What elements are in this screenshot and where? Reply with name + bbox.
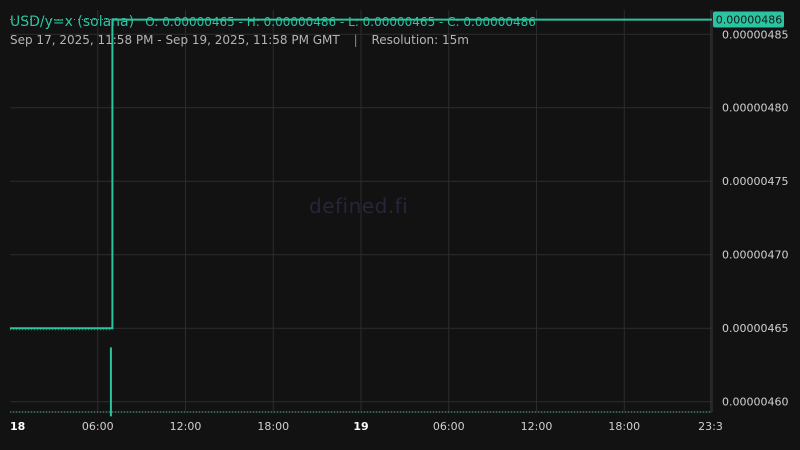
price-chart[interactable]: 0.00000460 0.00000465 0.00000470 0.00000475… — [0, 0, 800, 450]
last-price-badge: 0.00000486 — [713, 11, 784, 28]
y-tick-label: 0.00000480 — [722, 102, 788, 115]
y-tick-label: 0.00000460 — [722, 396, 788, 409]
time-axis-labels: 18 06:00 12:00 18:00 19 06:00 12:00 18:00 23:3 — [10, 420, 723, 433]
y-tick-label: 0.00000485 — [722, 28, 788, 41]
ohlc-values: O: 0.00000465 - H: 0.00000486 - L: 0.000… — [145, 15, 536, 29]
separator: | — [353, 33, 358, 47]
x-tick-label: 23:3 — [698, 420, 723, 433]
date-range: Sep 17, 2025, 11:58 PM - Sep 19, 2025, 1… — [10, 33, 340, 47]
y-tick-label: 0.00000475 — [722, 175, 788, 188]
last-price-badge-label: 0.00000486 — [716, 14, 782, 27]
x-tick-label: 12:00 — [170, 420, 202, 433]
chart-header: USD/y=x (solana) O: 0.00000465 - H: 0.00… — [10, 11, 536, 30]
x-tick-label: 06:00 — [433, 420, 465, 433]
x-tick-label: 06:00 — [82, 420, 114, 433]
chart-subheader: Sep 17, 2025, 11:58 PM - Sep 19, 2025, 1… — [10, 33, 469, 47]
price-axis-labels: 0.00000460 0.00000465 0.00000470 0.00000475… — [722, 28, 788, 408]
watermark: defined.fi — [309, 194, 409, 218]
y-tick-label: 0.00000470 — [722, 249, 788, 262]
x-tick-label: 18:00 — [257, 420, 289, 433]
pair-title: USD/y=x (solana) — [10, 14, 135, 30]
x-tick-label: 18:00 — [608, 420, 640, 433]
y-tick-label: 0.00000465 — [722, 322, 788, 335]
resolution-label[interactable]: Resolution: 15m — [371, 33, 469, 47]
x-tick-label: 18 — [10, 420, 25, 433]
x-tick-label: 12:00 — [521, 420, 553, 433]
x-tick-label: 19 — [353, 420, 368, 433]
